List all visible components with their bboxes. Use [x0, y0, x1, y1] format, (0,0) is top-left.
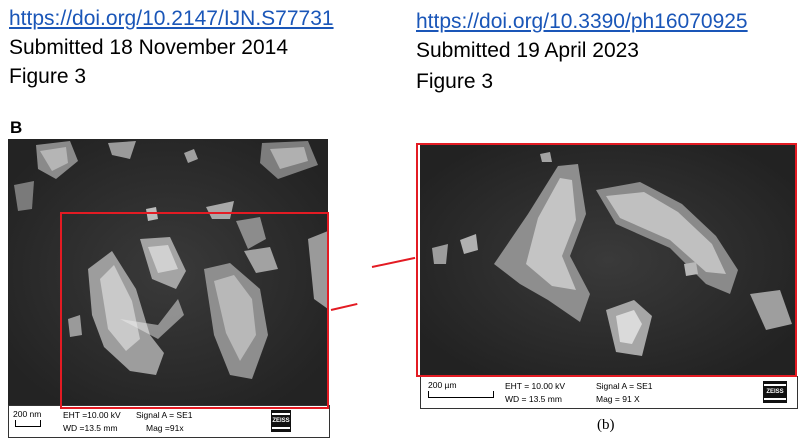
right-eht-value: EHT = 10.00 kV [505, 381, 566, 391]
left-citation: https://doi.org/10.2147/IJN.S77731 Submi… [9, 4, 334, 91]
left-eht-value: EHT =10.00 kV [63, 410, 121, 420]
panel-caption-b: (b) [597, 417, 615, 433]
right-mag-value: Mag = 91 X [596, 394, 640, 404]
right-sem-info-bar: 200 µm EHT = 10.00 kV WD = 13.5 mm Signa… [420, 376, 798, 409]
right-submitted-date: Submitted 19 April 2023 [416, 39, 639, 62]
right-wd-value: WD = 13.5 mm [505, 394, 562, 404]
right-highlight-box [416, 143, 797, 377]
right-scale-bar [428, 391, 494, 398]
left-scale-bar [15, 420, 41, 427]
right-zeiss-logo: ZEISS [763, 381, 787, 403]
left-zeiss-logo: ZEISS [271, 410, 291, 432]
left-mag-value: Mag =91x [146, 423, 184, 433]
left-signal-value: Signal A = SE1 [136, 410, 193, 420]
right-figure-label: Figure 3 [416, 70, 494, 93]
left-scale-label: 200 nm [13, 409, 42, 419]
left-wd-value: WD =13.5 mm [63, 423, 118, 433]
connector-line-bottom [330, 302, 358, 311]
right-scale-label: 200 µm [428, 380, 457, 390]
left-figure-label: Figure 3 [9, 65, 87, 88]
left-sem-info-bar: 200 nm EHT =10.00 kV WD =13.5 mm Signal … [8, 405, 330, 438]
left-doi-link[interactable]: https://doi.org/10.2147/IJN.S77731 [9, 4, 334, 33]
panel-letter-b: B [10, 118, 23, 137]
left-submitted-date: Submitted 18 November 2014 [9, 36, 288, 59]
right-doi-link[interactable]: https://doi.org/10.3390/ph16070925 [416, 7, 748, 36]
right-signal-value: Signal A = SE1 [596, 381, 653, 391]
right-citation: https://doi.org/10.3390/ph16070925 Submi… [416, 7, 748, 96]
connector-line-top [371, 256, 416, 268]
left-highlight-box [60, 212, 329, 409]
